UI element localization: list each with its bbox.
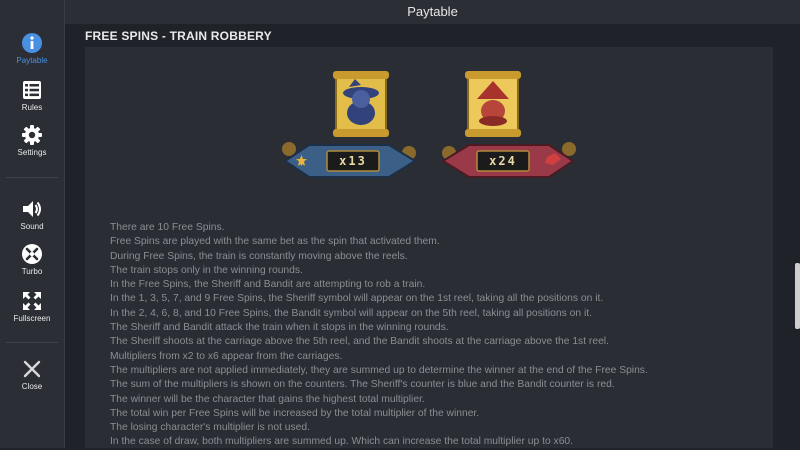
sheriff-counter: x13 <box>279 139 419 192</box>
fullscreen-icon <box>23 292 41 310</box>
sheriff-counter-value: x13 <box>339 154 367 168</box>
rules-line: The total win per Free Spins will be inc… <box>110 407 480 419</box>
sidebar-item-label: Turbo <box>21 267 43 276</box>
sidebar-item-label: Rules <box>21 103 43 112</box>
gear-icon <box>22 125 42 145</box>
sidebar-item-label: Close <box>21 382 43 391</box>
rules-text: There are 10 Free Spins. Free Spins are … <box>110 221 760 450</box>
sidebar-item-close[interactable]: Close <box>0 358 64 391</box>
sidebar-item-label: Settings <box>17 148 47 157</box>
sidebar-item-sound[interactable]: Sound <box>0 198 64 231</box>
list-icon <box>23 81 41 99</box>
content-panel: x13 x24 There are 10 Free Spins. Free Sp… <box>85 47 773 448</box>
speaker-icon <box>23 201 41 217</box>
sidebar-item-label: Sound <box>20 222 44 231</box>
rules-line: In the Free Spins, the Sheriff and Bandi… <box>110 279 426 291</box>
scrollbar-thumb[interactable] <box>795 263 800 329</box>
top-bar: Paytable <box>65 0 800 24</box>
rules-line: The Sheriff shoots at the carriage above… <box>110 336 609 348</box>
rules-line: The train stops only in the winning roun… <box>110 264 303 276</box>
rules-line: The multipliers are not applied immediat… <box>110 364 648 376</box>
bandit-counter-value: x24 <box>489 154 517 168</box>
rules-line: During Free Spins, the train is constant… <box>110 250 408 262</box>
rules-line: There are 10 Free Spins. <box>110 222 225 233</box>
sidebar-item-paytable[interactable]: Paytable <box>0 32 64 65</box>
sidebar-item-fullscreen[interactable]: Fullscreen <box>0 290 64 323</box>
bandit-symbol-icon <box>465 71 521 137</box>
rules-line: The Sheriff and Bandit attack the train … <box>110 322 449 334</box>
sidebar-divider <box>6 342 58 343</box>
rules-line: Free Spins are played with the same bet … <box>110 236 440 248</box>
sidebar: Paytable Rules Settings Sound Turbo Full… <box>0 0 65 448</box>
rules-line: The winner will be the character that ga… <box>110 393 425 405</box>
rules-line: In the 1, 3, 5, 7, and 9 Free Spins, the… <box>110 293 604 305</box>
sidebar-item-label: Paytable <box>16 56 48 65</box>
page-title: Paytable <box>407 4 458 19</box>
bandit-counter: x24 <box>439 139 579 192</box>
rules-line: The sum of the multipliers is shown on t… <box>110 379 615 391</box>
sheriff-symbol-icon <box>333 71 389 137</box>
sidebar-divider <box>6 177 58 178</box>
close-icon <box>23 360 41 378</box>
sidebar-item-label: Fullscreen <box>13 314 51 323</box>
rules-line: Multipliers from x2 to x6 appear from th… <box>110 350 343 362</box>
sidebar-item-settings[interactable]: Settings <box>0 124 64 157</box>
turbo-icon <box>22 244 42 264</box>
sidebar-item-turbo[interactable]: Turbo <box>0 243 64 276</box>
info-icon <box>22 33 42 53</box>
section-title: FREE SPINS - TRAIN ROBBERY <box>85 29 272 43</box>
sidebar-item-rules[interactable]: Rules <box>0 79 64 112</box>
rules-line: In the 2, 4, 6, 8, and 10 Free Spins, th… <box>110 307 592 319</box>
rules-line: The losing character's multiplier is not… <box>110 422 310 434</box>
